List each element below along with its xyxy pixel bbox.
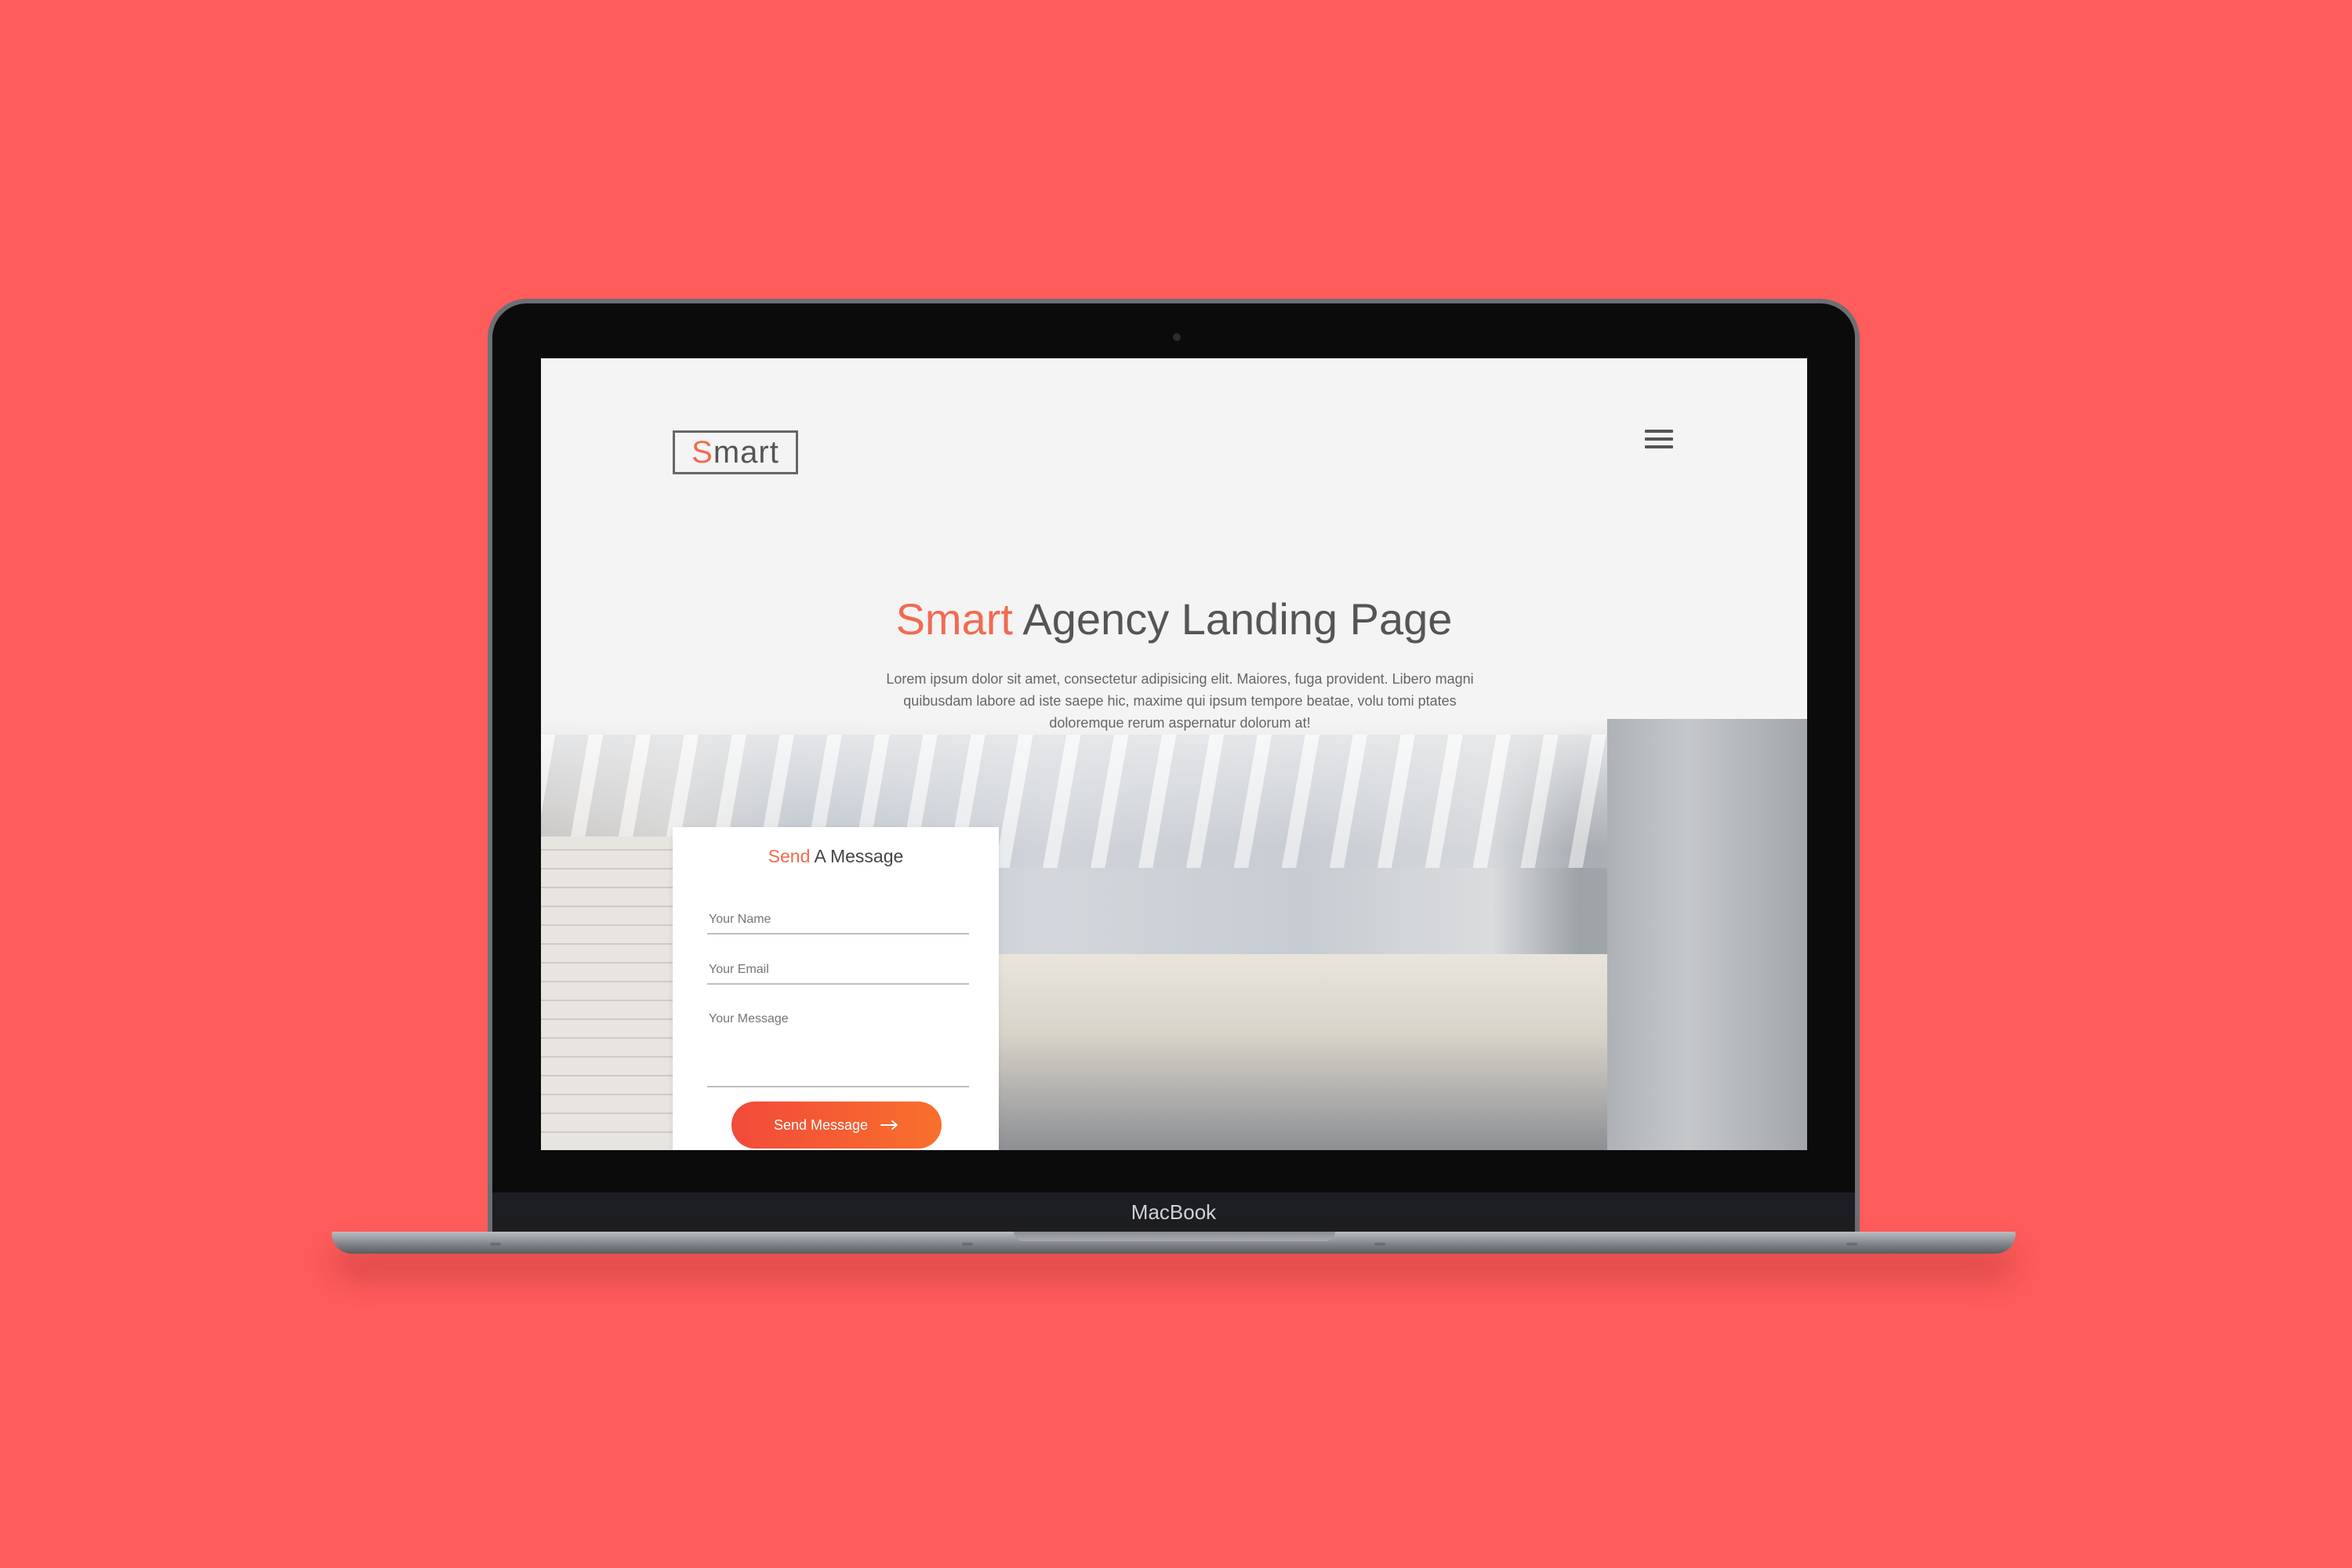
contact-form: Send A Message Send Message: [673, 827, 999, 1150]
browser-screen: Smart Smart Agency Landing Page Lorem ip…: [541, 358, 1807, 1150]
logo[interactable]: Smart: [673, 430, 798, 474]
office-desks: [996, 954, 1607, 1150]
camera-icon: [1173, 333, 1181, 341]
menu-bar: [1645, 445, 1673, 448]
send-message-label: Send Message: [773, 1116, 869, 1133]
logo-text: mart: [713, 434, 779, 470]
message-input[interactable]: [707, 1011, 969, 1087]
menu-bar: [1645, 437, 1673, 441]
laptop-foot: [1374, 1243, 1385, 1246]
hero-description: Lorem ipsum dolor sit amet, consectetur …: [886, 671, 1474, 731]
form-title-rest: A Message: [810, 846, 904, 866]
arrow-right-icon: [880, 1120, 898, 1130]
email-input[interactable]: [707, 962, 969, 985]
name-input[interactable]: [707, 912, 969, 935]
laptop-base: [332, 1232, 2016, 1254]
hero-title: Smart Agency Landing Page: [541, 593, 1807, 644]
laptop-notch: [1014, 1232, 1335, 1241]
office-pillar: [1607, 719, 1807, 1150]
send-message-button[interactable]: Send Message: [731, 1102, 942, 1149]
laptop-foot: [1846, 1243, 1857, 1246]
laptop-foot: [490, 1243, 501, 1246]
menu-bar: [1645, 430, 1673, 433]
hero-title-accent: Smart: [895, 594, 1013, 644]
laptop-foot: [962, 1243, 973, 1246]
hamburger-menu-icon[interactable]: [1645, 430, 1673, 448]
hero-title-rest: Agency Landing Page: [1012, 594, 1453, 644]
device-label: MacBook: [1131, 1200, 1217, 1224]
form-title-accent: Send: [768, 846, 811, 866]
logo-accent: S: [691, 434, 713, 470]
laptop-chin: MacBook: [492, 1192, 1855, 1232]
form-title: Send A Message: [673, 846, 999, 867]
